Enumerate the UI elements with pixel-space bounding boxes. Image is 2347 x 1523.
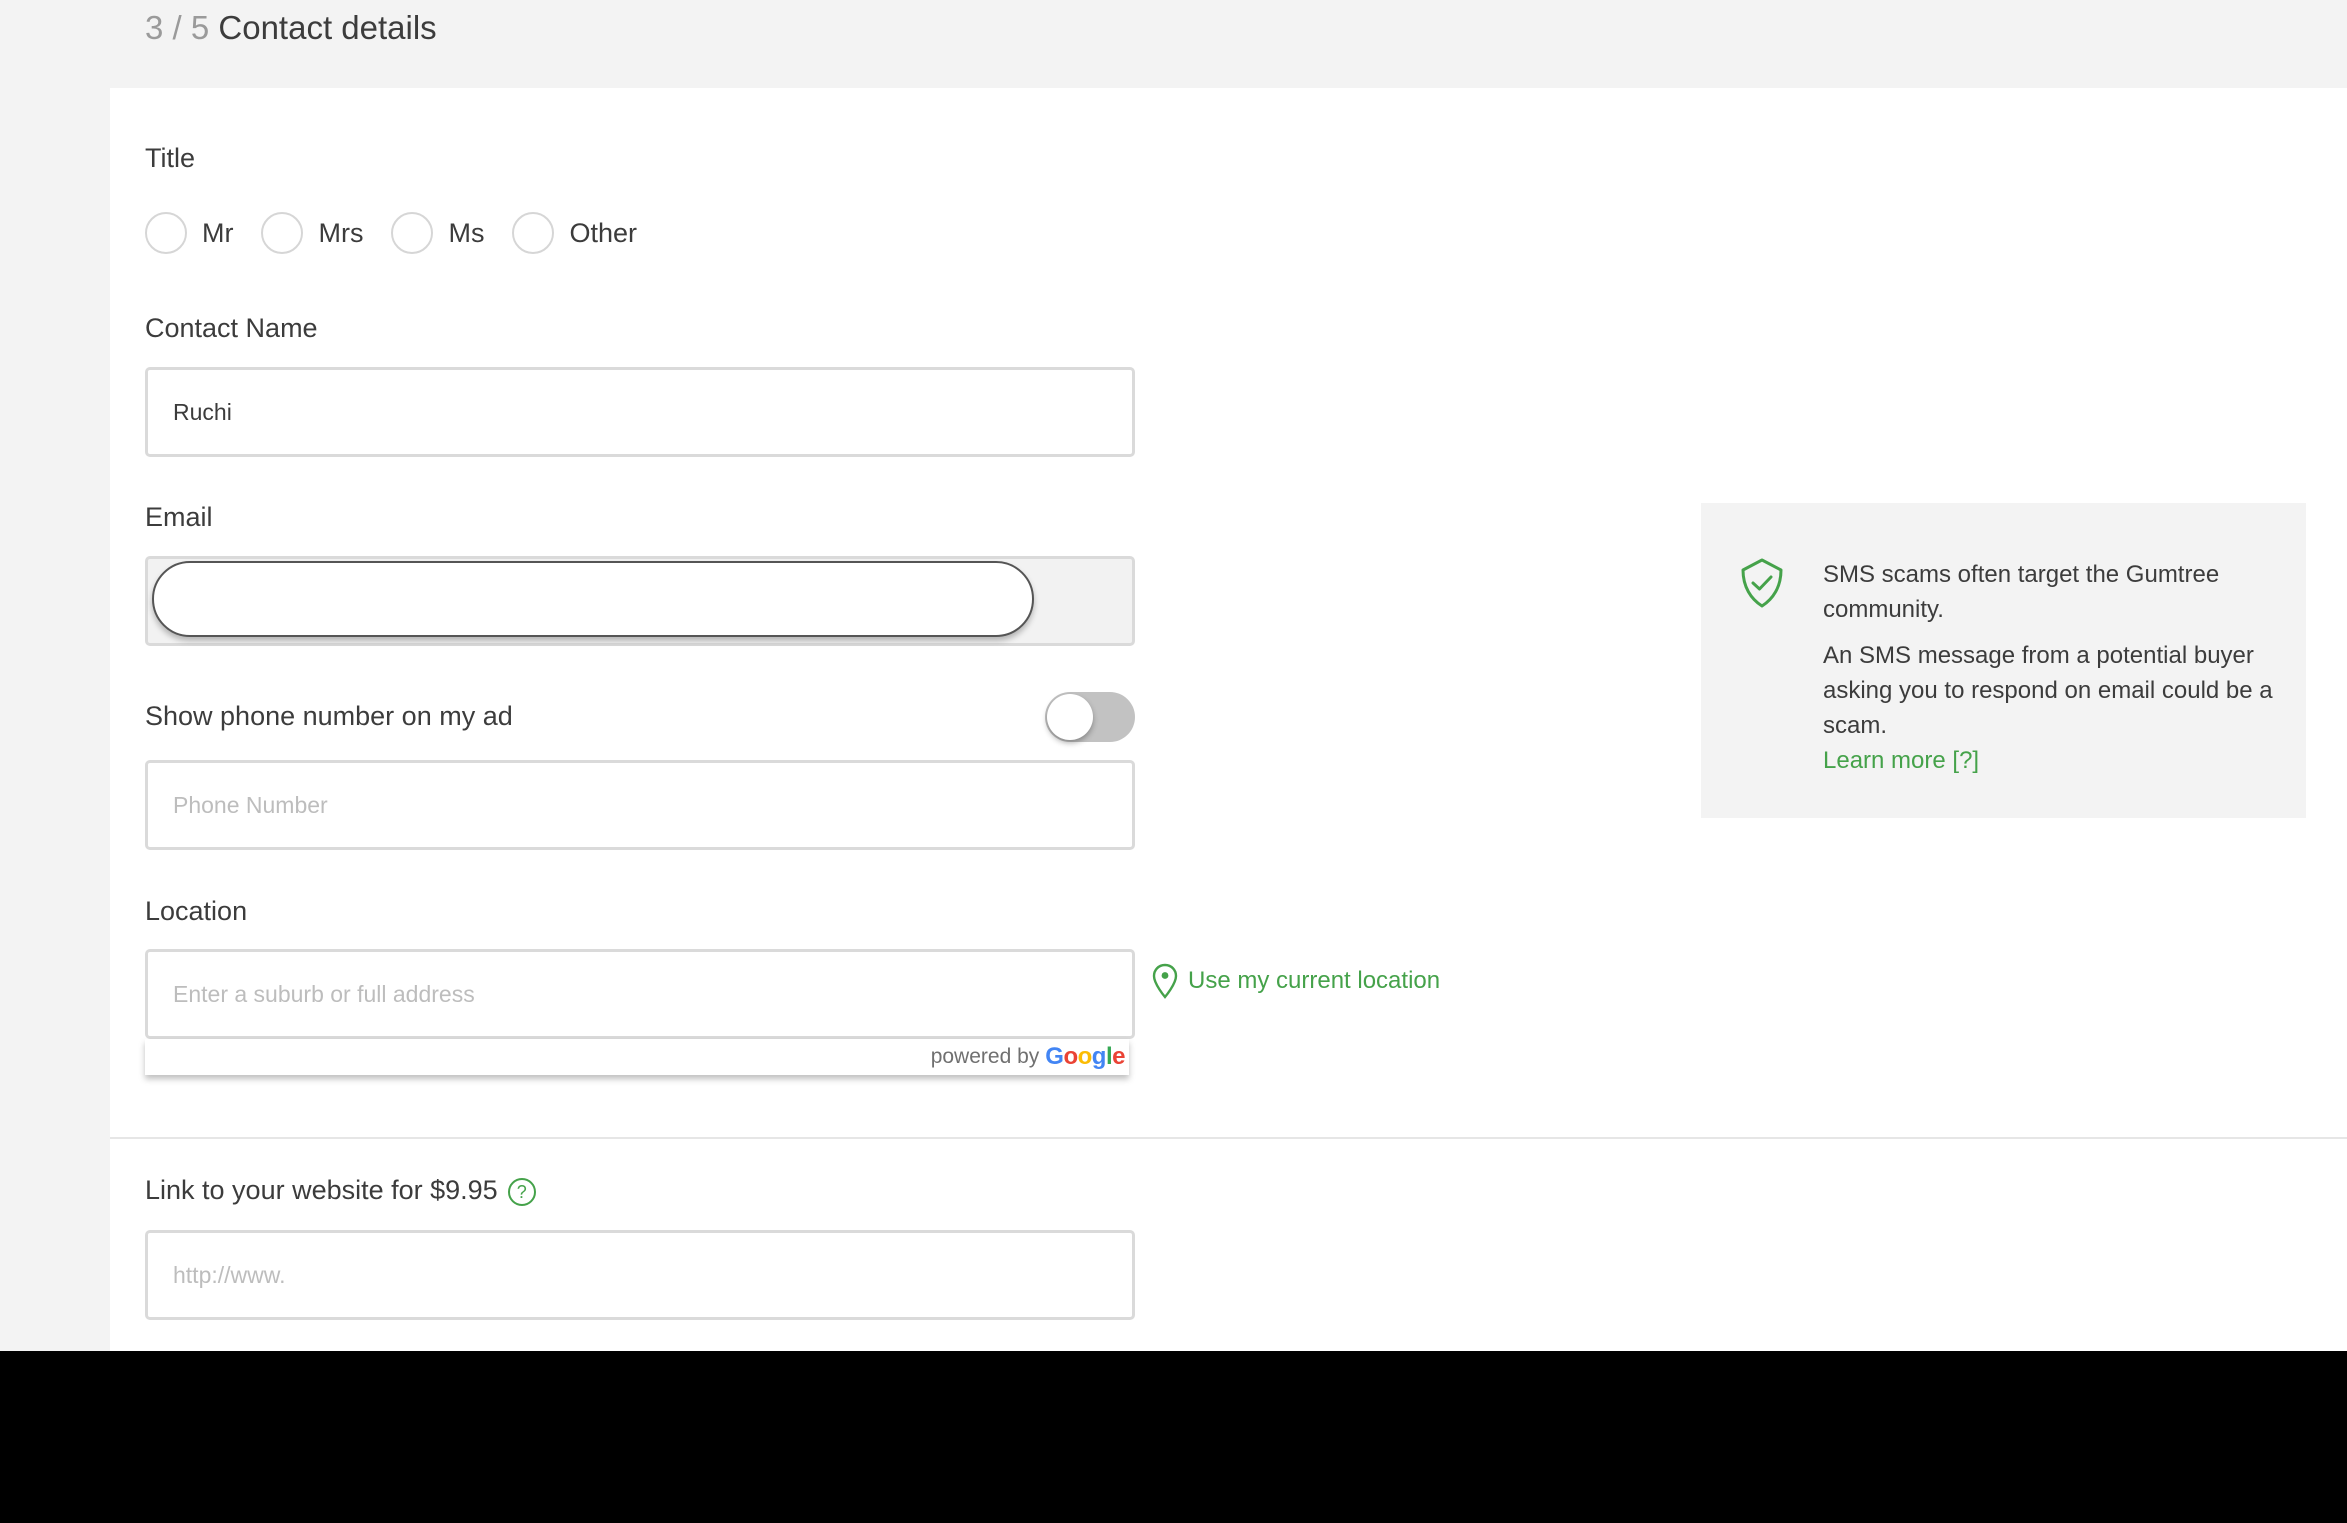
email-autofill-overlay[interactable] bbox=[152, 561, 1034, 637]
google-logo-letter: e bbox=[1112, 1043, 1125, 1070]
location-input[interactable]: Enter a suburb or full address bbox=[145, 949, 1135, 1039]
website-label: Link to your website for $9.95 bbox=[145, 1175, 498, 1205]
tip-text: SMS scams often target the Gumtree commu… bbox=[1823, 557, 2283, 778]
radio-label: Mr bbox=[202, 217, 234, 248]
radio-circle[interactable] bbox=[145, 212, 187, 254]
black-bar bbox=[0, 1351, 2347, 1523]
tip-heading: SMS scams often target the Gumtree commu… bbox=[1823, 561, 2220, 623]
google-logo-letter: o bbox=[1077, 1043, 1093, 1070]
title-label: Title bbox=[145, 143, 196, 173]
use-current-location-text: Use my current location bbox=[1188, 967, 1441, 994]
powered-by-text: powered by bbox=[930, 1045, 1040, 1068]
step-number: 3 / 5 bbox=[145, 9, 210, 46]
google-logo-letter: G bbox=[1045, 1043, 1064, 1070]
shield-check-icon bbox=[1741, 558, 1783, 608]
step-title: Contact details bbox=[218, 9, 437, 46]
phone-number-input[interactable]: Phone Number bbox=[145, 760, 1135, 850]
contact-name-input[interactable]: Ruchi bbox=[145, 367, 1135, 457]
step-header: 3 / 5 Contact details bbox=[145, 6, 437, 50]
radio-mrs[interactable]: Mrs bbox=[261, 212, 363, 254]
radio-other[interactable]: Other bbox=[512, 212, 637, 254]
show-phone-toggle[interactable] bbox=[1045, 692, 1135, 742]
website-label-row: Link to your website for $9.95? bbox=[145, 1173, 536, 1207]
section-divider bbox=[110, 1137, 2347, 1139]
contact-name-label: Contact Name bbox=[145, 313, 318, 343]
radio-ms[interactable]: Ms bbox=[391, 212, 484, 254]
title-radio-group: Mr Mrs Ms Other bbox=[145, 212, 653, 254]
email-input[interactable] bbox=[145, 556, 1135, 646]
google-logo-letter: g bbox=[1091, 1043, 1107, 1070]
toggle-knob bbox=[1047, 694, 1093, 740]
tip-body: An SMS message from a potential buyer as… bbox=[1823, 642, 2273, 739]
location-pin-icon bbox=[1152, 963, 1178, 999]
google-logo-letter: o bbox=[1063, 1043, 1078, 1070]
page-viewport: 3 / 5 Contact details Title Mr Mrs Ms Ot… bbox=[0, 0, 2347, 1351]
website-input[interactable]: http://www. bbox=[145, 1230, 1135, 1320]
google-autocomplete-dropdown: powered by Google bbox=[145, 1039, 1129, 1075]
location-label: Location bbox=[145, 896, 248, 926]
radio-label: Other bbox=[569, 217, 637, 248]
radio-label: Mrs bbox=[318, 217, 364, 248]
contact-details-card: Title Mr Mrs Ms Other Contact Name Ruchi… bbox=[110, 88, 2347, 1351]
use-current-location-link[interactable]: Use my current location bbox=[1152, 963, 1440, 999]
sms-scam-tip: SMS scams often target the Gumtree commu… bbox=[1701, 503, 2306, 818]
show-phone-label: Show phone number on my ad bbox=[145, 701, 513, 731]
learn-more-link[interactable]: Learn more [?] bbox=[1823, 743, 2283, 778]
google-logo: Google bbox=[1045, 1043, 1125, 1071]
radio-circle[interactable] bbox=[512, 212, 555, 254]
radio-label: Ms bbox=[448, 217, 485, 248]
radio-circle[interactable] bbox=[261, 212, 304, 254]
email-label: Email bbox=[145, 502, 213, 532]
radio-mr[interactable]: Mr bbox=[145, 212, 233, 254]
help-icon[interactable]: ? bbox=[507, 1177, 536, 1206]
radio-circle[interactable] bbox=[391, 212, 434, 254]
